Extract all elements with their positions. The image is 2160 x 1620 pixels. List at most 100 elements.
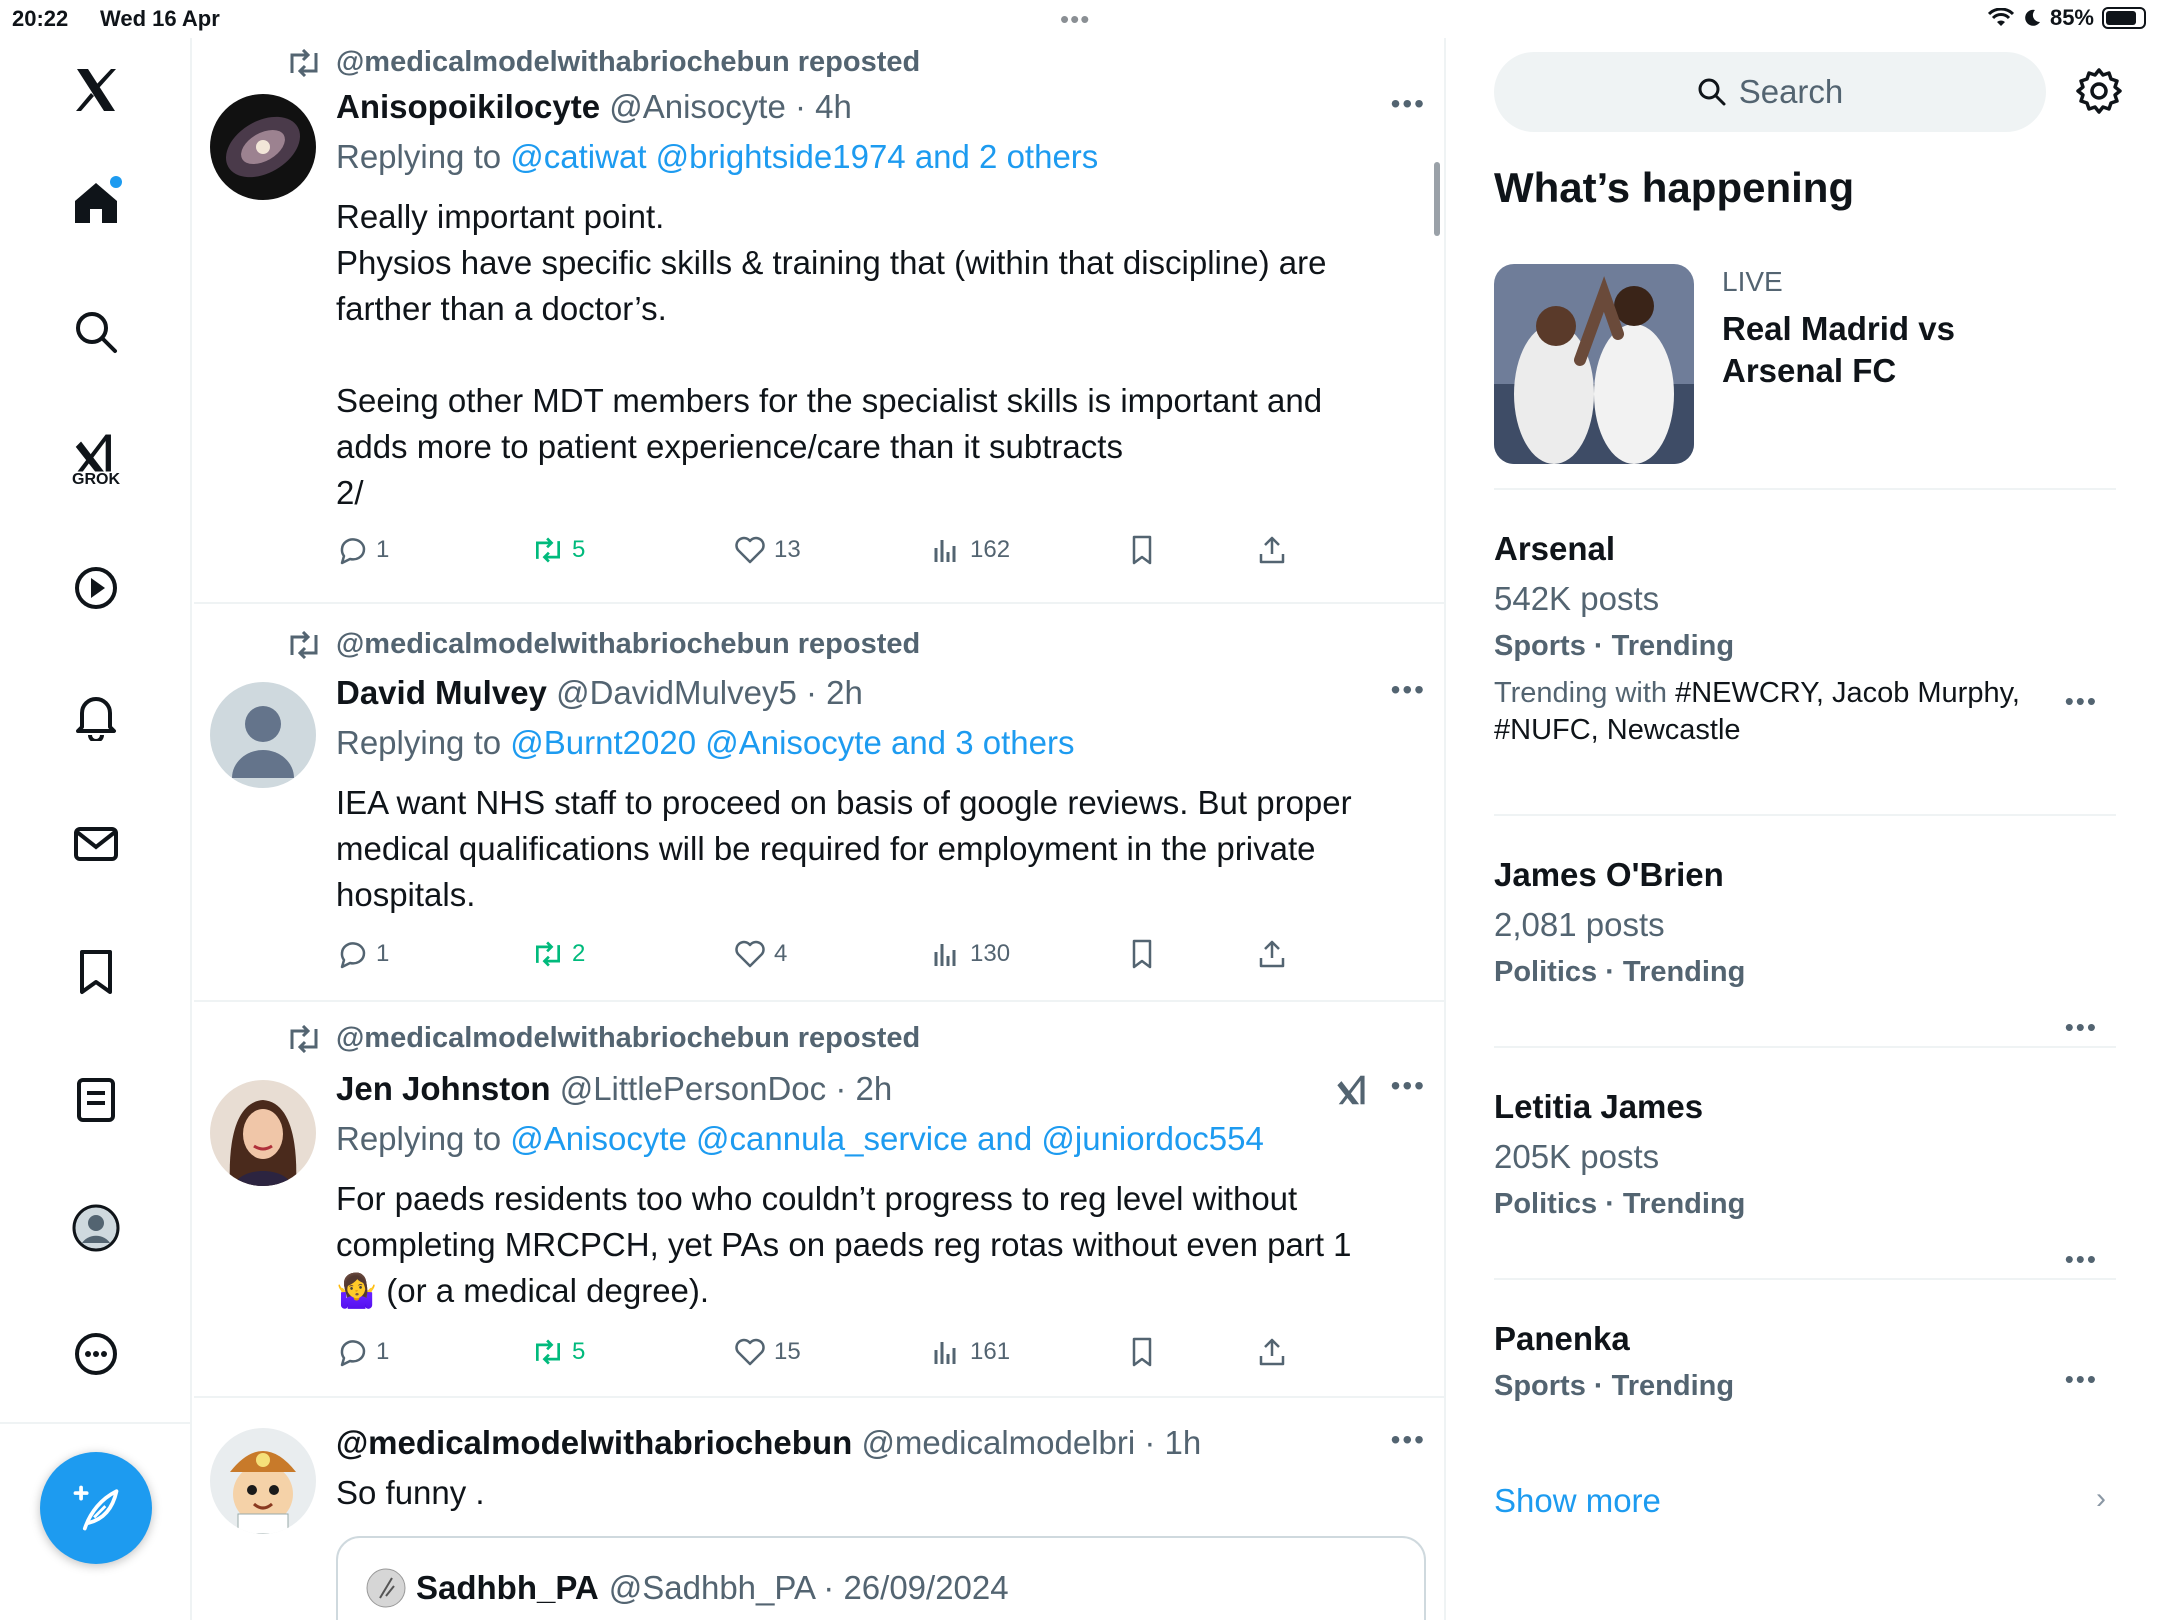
live-event-thumbnail[interactable] bbox=[1494, 264, 1694, 464]
reply-button[interactable]: 1 bbox=[336, 938, 389, 970]
post-header: @medicalmodelwithabriochebun @medicalmod… bbox=[336, 1424, 1201, 1462]
post[interactable]: @medicalmodelwithabriochebun reposted Da… bbox=[194, 604, 1444, 1002]
messages-envelope-icon[interactable] bbox=[56, 804, 136, 884]
search-input[interactable]: Search bbox=[1494, 52, 2046, 132]
x-logo-icon[interactable] bbox=[56, 50, 136, 130]
show-more-link[interactable]: Show more bbox=[1494, 1482, 1661, 1520]
trend-name: Letitia James bbox=[1494, 1088, 1704, 1125]
trend-more-icon[interactable]: ••• bbox=[2065, 686, 2098, 717]
share-icon bbox=[1259, 1338, 1285, 1366]
trend-item[interactable]: Letitia James 205K posts Politics · Tren… bbox=[1494, 1088, 2116, 1274]
grok-icon[interactable]: GROK bbox=[56, 420, 136, 500]
avatar[interactable] bbox=[210, 1428, 316, 1534]
videos-icon[interactable] bbox=[56, 548, 136, 628]
share-icon bbox=[1259, 940, 1285, 968]
like-button[interactable]: 13 bbox=[734, 534, 801, 566]
bookmark-button[interactable] bbox=[1126, 534, 1158, 566]
section-title: What’s happening bbox=[1494, 164, 1855, 211]
like-button[interactable]: 15 bbox=[734, 1336, 801, 1368]
repost-icon bbox=[536, 537, 560, 563]
share-button[interactable] bbox=[1256, 938, 1288, 970]
post[interactable]: @medicalmodelwithabriochebun reposted An… bbox=[194, 38, 1444, 604]
repost-button[interactable]: 5 bbox=[532, 534, 585, 566]
author-handle[interactable]: @DavidMulvey5 · 2h bbox=[556, 674, 863, 711]
lists-icon[interactable] bbox=[56, 1060, 136, 1140]
trend-category: Sports · Trending bbox=[1494, 630, 1735, 662]
notifications-bell-icon[interactable] bbox=[56, 676, 136, 756]
quoted-author-name[interactable]: Sadhbh_PA bbox=[416, 1569, 599, 1607]
compose-post-button[interactable] bbox=[40, 1452, 152, 1564]
replying-prefix: Replying to bbox=[336, 138, 502, 175]
search-icon[interactable] bbox=[56, 292, 136, 372]
post-header: David Mulvey @DavidMulvey5 · 2h bbox=[336, 674, 863, 712]
trend-item[interactable]: James O'Brien 2,081 posts Politics · Tre… bbox=[1494, 856, 2116, 1042]
trend-more-icon[interactable]: ••• bbox=[2065, 1012, 2098, 1043]
reply-button[interactable]: 1 bbox=[336, 534, 389, 566]
trend-category: Sports · Trending bbox=[1494, 1370, 1735, 1402]
trending-with-prefix: Trending with bbox=[1494, 677, 1668, 709]
trend-more-icon[interactable]: ••• bbox=[2065, 1364, 2098, 1395]
trend-post-count: 542K posts bbox=[1494, 580, 1660, 617]
post-more-icon[interactable]: ••• bbox=[1391, 88, 1426, 120]
views-button[interactable]: 162 bbox=[930, 534, 1010, 566]
repost-button[interactable]: 2 bbox=[532, 938, 585, 970]
home-icon[interactable] bbox=[56, 162, 136, 242]
author-handle[interactable]: @medicalmodelbri · 1h bbox=[861, 1424, 1201, 1461]
post[interactable]: @medicalmodelwithabriochebun @medicalmod… bbox=[194, 1398, 1444, 1620]
post-more-icon[interactable]: ••• bbox=[1391, 1424, 1426, 1456]
trend-name: Arsenal bbox=[1494, 530, 1616, 567]
avatar[interactable] bbox=[210, 1080, 316, 1186]
replying-to-link[interactable]: @Burnt2020 @Anisocyte and 3 others bbox=[510, 724, 1074, 761]
trend-item[interactable]: Arsenal 542K posts Sports · Trending Tre… bbox=[1494, 530, 2116, 749]
like-count: 13 bbox=[774, 536, 801, 563]
multitasking-dots-icon[interactable]: ••• bbox=[1060, 4, 1090, 35]
repost-context: @medicalmodelwithabriochebun reposted bbox=[286, 46, 920, 79]
like-button[interactable]: 4 bbox=[734, 938, 787, 970]
avatar[interactable] bbox=[210, 94, 316, 200]
replying-prefix: Replying to bbox=[336, 1120, 502, 1157]
author-name[interactable]: Jen Johnston bbox=[336, 1070, 551, 1107]
reply-button[interactable]: 1 bbox=[336, 1336, 389, 1368]
share-icon bbox=[1259, 536, 1285, 564]
live-event-title[interactable]: Real Madrid vs Arsenal FC bbox=[1722, 308, 2022, 392]
repost-count: 2 bbox=[572, 940, 586, 967]
replying-to-link[interactable]: @catiwat @brightside1974 and 2 others bbox=[510, 138, 1098, 175]
post-text-line: Really important point. bbox=[336, 198, 665, 235]
post-more-icon[interactable]: ••• bbox=[1391, 1070, 1426, 1102]
more-options-icon[interactable] bbox=[56, 1314, 136, 1394]
views-button[interactable]: 161 bbox=[930, 1336, 1010, 1368]
share-button[interactable] bbox=[1256, 1336, 1288, 1368]
author-name[interactable]: David Mulvey bbox=[336, 674, 547, 711]
avatar[interactable] bbox=[210, 682, 316, 788]
timeline[interactable]: @medicalmodelwithabriochebun reposted An… bbox=[194, 38, 1446, 1620]
author-handle[interactable]: @LittlePersonDoc · 2h bbox=[560, 1070, 892, 1107]
post-text-line: farther than a doctor’s. bbox=[336, 290, 667, 327]
trend-more-icon[interactable]: ••• bbox=[2065, 1244, 2098, 1275]
share-button[interactable] bbox=[1256, 534, 1288, 566]
grok-explain-icon[interactable] bbox=[1336, 1072, 1370, 1108]
post-more-icon[interactable]: ••• bbox=[1391, 674, 1426, 706]
settings-gear-icon[interactable] bbox=[2074, 66, 2124, 116]
reply-count: 1 bbox=[376, 1338, 390, 1365]
author-handle[interactable]: @Anisocyte · 4h bbox=[609, 88, 852, 125]
scrollbar-thumb[interactable] bbox=[1434, 162, 1440, 236]
post[interactable]: @medicalmodelwithabriochebun reposted Je… bbox=[194, 1002, 1444, 1398]
trend-category: Politics · Trending bbox=[1494, 1188, 1746, 1220]
bookmark-button[interactable] bbox=[1126, 1336, 1158, 1368]
author-name[interactable]: @medicalmodelwithabriochebun bbox=[336, 1424, 852, 1461]
bookmark-button[interactable] bbox=[1126, 938, 1158, 970]
bookmarks-icon[interactable] bbox=[56, 932, 136, 1012]
post-text-line: completing MRCPCH, yet PAs on paeds reg … bbox=[336, 1226, 1352, 1263]
bookmark-icon bbox=[1132, 1337, 1152, 1367]
view-count: 162 bbox=[970, 536, 1011, 563]
views-button[interactable]: 130 bbox=[930, 938, 1010, 970]
profile-avatar-icon[interactable] bbox=[56, 1188, 136, 1268]
quoted-author-handle[interactable]: @Sadhbh_PA · 26/09/2024 bbox=[609, 1569, 1009, 1607]
quoted-post[interactable]: Sadhbh_PA @Sadhbh_PA · 26/09/2024 bbox=[336, 1536, 1426, 1620]
nav-divider bbox=[0, 1422, 192, 1424]
author-name[interactable]: Anisopoikilocyte bbox=[336, 88, 600, 125]
trend-item[interactable]: Panenka Sports · Trending ••• bbox=[1494, 1320, 2116, 1403]
repost-button[interactable]: 5 bbox=[532, 1336, 585, 1368]
replying-to-link[interactable]: @Anisocyte @cannula_service and @juniord… bbox=[510, 1120, 1264, 1157]
quoted-avatar[interactable] bbox=[366, 1568, 406, 1608]
